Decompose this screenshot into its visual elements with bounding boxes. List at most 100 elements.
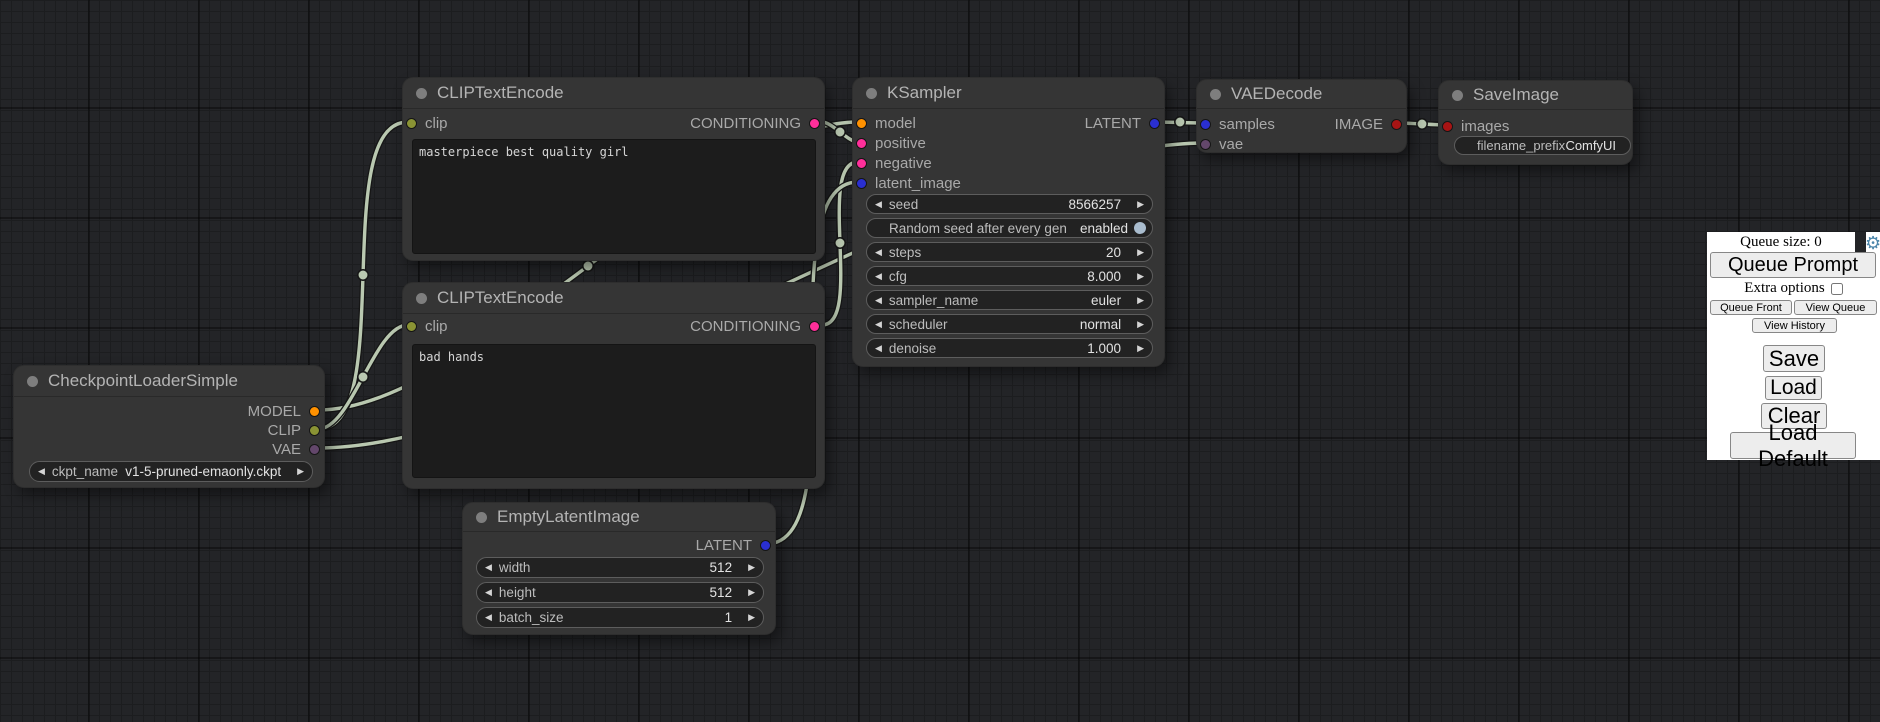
input-clip[interactable]: clip	[406, 113, 448, 133]
node-header[interactable]: VAEDecode	[1197, 80, 1406, 109]
collapse-dot[interactable]	[416, 293, 427, 304]
node-clip-text-encode-positive[interactable]: CLIPTextEncode clip CONDITIONING masterp…	[402, 77, 825, 261]
decrement-arrow-icon[interactable]: ◀	[485, 588, 492, 597]
clip-slot-dot[interactable]	[406, 321, 417, 332]
input-samples[interactable]: samples	[1200, 114, 1275, 134]
collapse-dot[interactable]	[1210, 89, 1221, 100]
decrement-arrow-icon[interactable]: ◀	[875, 296, 882, 305]
increment-arrow-icon[interactable]: ▶	[748, 563, 755, 572]
increment-arrow-icon[interactable]: ▶	[1137, 344, 1144, 353]
increment-arrow-icon[interactable]: ▶	[1137, 320, 1144, 329]
image-slot-dot[interactable]	[1391, 119, 1402, 130]
decrement-arrow-icon[interactable]: ◀	[875, 272, 882, 281]
sampler-name-widget[interactable]: ◀ sampler_name euler ▶	[866, 290, 1153, 310]
model-slot-dot[interactable]	[309, 406, 320, 417]
clip-slot-dot[interactable]	[406, 118, 417, 129]
decrement-arrow-icon[interactable]: ◀	[875, 200, 882, 209]
increment-arrow-icon[interactable]: ▶	[748, 613, 755, 622]
conditioning-slot-dot[interactable]	[856, 158, 867, 169]
denoise-widget[interactable]: ◀ denoise 1.000 ▶	[866, 338, 1153, 358]
input-latent-image[interactable]: latent_image	[856, 173, 961, 193]
comfy-menu-panel[interactable]: Queue size: 0 ⚙ Queue Prompt Extra optio…	[1707, 232, 1880, 460]
node-header[interactable]: SaveImage	[1439, 81, 1632, 110]
latent-slot-dot[interactable]	[1200, 119, 1211, 130]
collapse-dot[interactable]	[416, 88, 427, 99]
latent-slot-dot[interactable]	[856, 178, 867, 189]
batch-size-widget[interactable]: ◀ batch_size 1 ▶	[476, 607, 764, 628]
increment-arrow-icon[interactable]: ▶	[1137, 296, 1144, 305]
node-ksampler[interactable]: KSampler model positive negative latent_…	[852, 77, 1165, 367]
output-image[interactable]: IMAGE	[1335, 114, 1402, 134]
output-model[interactable]: MODEL	[248, 401, 320, 421]
collapse-dot[interactable]	[27, 376, 38, 387]
random-seed-toggle-widget[interactable]: Random seed after every gen enabled	[866, 218, 1153, 238]
output-latent[interactable]: LATENT	[696, 535, 771, 555]
input-negative[interactable]: negative	[856, 153, 932, 173]
increment-arrow-icon[interactable]: ▶	[1137, 248, 1144, 257]
positive-prompt-textarea[interactable]: masterpiece best quality girl	[412, 139, 816, 254]
latent-slot-dot[interactable]	[760, 540, 771, 551]
increment-arrow-icon[interactable]: ▶	[1137, 200, 1144, 209]
conditioning-slot-dot[interactable]	[809, 118, 820, 129]
extra-options-checkbox[interactable]	[1831, 283, 1843, 295]
queue-front-button[interactable]: Queue Front	[1710, 300, 1792, 315]
collapse-dot[interactable]	[1452, 90, 1463, 101]
input-clip[interactable]: clip	[406, 316, 448, 336]
conditioning-slot-dot[interactable]	[809, 321, 820, 332]
filename-prefix-widget[interactable]: filename_prefix ComfyUI	[1454, 136, 1631, 155]
output-clip[interactable]: CLIP	[268, 420, 320, 440]
node-header[interactable]: CheckpointLoaderSimple	[14, 366, 324, 397]
settings-button[interactable]: ⚙	[1866, 232, 1880, 253]
conditioning-slot-dot[interactable]	[856, 138, 867, 149]
collapse-dot[interactable]	[866, 88, 877, 99]
increment-arrow-icon[interactable]: ▶	[1137, 272, 1144, 281]
input-images[interactable]: images	[1442, 116, 1509, 136]
queue-prompt-button[interactable]: Queue Prompt	[1710, 252, 1876, 278]
width-widget[interactable]: ◀ width 512 ▶	[476, 557, 764, 578]
decrement-arrow-icon[interactable]: ◀	[875, 248, 882, 257]
output-vae[interactable]: VAE	[272, 439, 320, 459]
node-header[interactable]: EmptyLatentImage	[463, 503, 775, 532]
model-slot-dot[interactable]	[856, 118, 867, 129]
increment-arrow-icon[interactable]: ▶	[748, 588, 755, 597]
negative-prompt-textarea[interactable]: bad hands	[412, 344, 816, 478]
scheduler-widget[interactable]: ◀ scheduler normal ▶	[866, 314, 1153, 334]
output-conditioning[interactable]: CONDITIONING	[690, 113, 820, 133]
vae-slot-dot[interactable]	[1200, 139, 1211, 150]
output-latent[interactable]: LATENT	[1085, 113, 1160, 133]
steps-widget[interactable]: ◀ steps 20 ▶	[866, 242, 1153, 262]
view-queue-button[interactable]: View Queue	[1794, 300, 1877, 315]
node-header[interactable]: KSampler	[853, 78, 1164, 109]
node-checkpoint-loader[interactable]: CheckpointLoaderSimple MODEL CLIP VAE ◀ …	[13, 365, 325, 488]
node-clip-text-encode-negative[interactable]: CLIPTextEncode clip CONDITIONING bad han…	[402, 282, 825, 489]
ckpt-name-widget[interactable]: ◀ ckpt_name v1-5-pruned-emaonly.ckpt ▶	[29, 461, 313, 482]
increment-arrow-icon[interactable]: ▶	[297, 467, 304, 476]
node-header[interactable]: CLIPTextEncode	[403, 283, 824, 314]
height-widget[interactable]: ◀ height 512 ▶	[476, 582, 764, 603]
node-empty-latent-image[interactable]: EmptyLatentImage LATENT ◀ width 512 ▶ ◀ …	[462, 502, 776, 635]
node-vae-decode[interactable]: VAEDecode samples vae IMAGE	[1196, 79, 1407, 153]
clip-slot-dot[interactable]	[309, 425, 320, 436]
output-conditioning[interactable]: CONDITIONING	[690, 316, 820, 336]
decrement-arrow-icon[interactable]: ◀	[875, 320, 882, 329]
input-model[interactable]: model	[856, 113, 916, 133]
input-vae[interactable]: vae	[1200, 134, 1243, 154]
seed-widget[interactable]: ◀ seed 8566257 ▶	[866, 194, 1153, 214]
load-button[interactable]: Load	[1765, 376, 1822, 400]
toggle-dot[interactable]	[1134, 222, 1146, 234]
input-positive[interactable]: positive	[856, 133, 926, 153]
decrement-arrow-icon[interactable]: ◀	[485, 613, 492, 622]
load-default-button[interactable]: Load Default	[1730, 432, 1856, 459]
latent-slot-dot[interactable]	[1149, 118, 1160, 129]
vae-slot-dot[interactable]	[309, 444, 320, 455]
decrement-arrow-icon[interactable]: ◀	[875, 344, 882, 353]
save-button[interactable]: Save	[1763, 345, 1825, 372]
decrement-arrow-icon[interactable]: ◀	[485, 563, 492, 572]
comfyui-canvas[interactable]: { "nodes": { "checkpoint_loader": { "tit…	[0, 0, 1880, 722]
collapse-dot[interactable]	[476, 512, 487, 523]
gear-icon[interactable]: ⚙	[1865, 234, 1880, 252]
node-save-image[interactable]: SaveImage images filename_prefix ComfyUI	[1438, 80, 1633, 165]
node-header[interactable]: CLIPTextEncode	[403, 78, 824, 109]
view-history-button[interactable]: View History	[1752, 318, 1837, 333]
image-slot-dot[interactable]	[1442, 121, 1453, 132]
